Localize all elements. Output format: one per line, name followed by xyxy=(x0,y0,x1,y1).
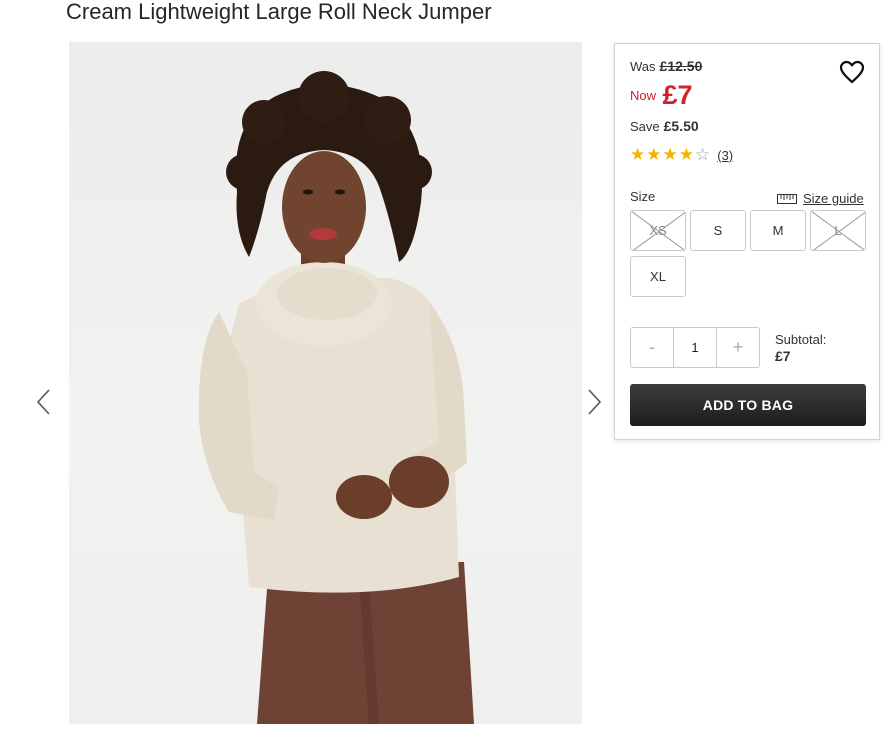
star-rating: ★ ★ ★ ★ ☆ (3) xyxy=(630,146,733,164)
save-value: £5.50 xyxy=(663,118,699,134)
was-label: Was xyxy=(630,59,656,74)
star-empty-icon: ☆ xyxy=(695,145,711,164)
wishlist-button[interactable] xyxy=(838,58,866,86)
now-label: Now xyxy=(630,88,657,103)
size-guide-label: Size guide xyxy=(803,191,864,206)
quantity-value[interactable]: 1 xyxy=(673,328,717,367)
ruler-icon xyxy=(777,193,797,204)
star-icon: ★ xyxy=(646,145,662,164)
purchase-panel: Was £12.50 Now £7 Save £5.50 ★ ★ ★ ★ ☆ (3)… xyxy=(614,43,880,440)
model-photo xyxy=(198,71,474,724)
now-price: Now £7 xyxy=(630,80,693,111)
size-option-label: S xyxy=(713,223,723,238)
chevron-left-icon xyxy=(36,389,50,415)
unavailable-cross-icon xyxy=(811,211,865,250)
star-icon: ★ xyxy=(678,145,694,164)
size-option-label: M xyxy=(772,223,784,238)
was-price: Was £12.50 xyxy=(630,58,702,74)
save-amount: Save £5.50 xyxy=(630,118,699,134)
size-option-xl[interactable]: XL xyxy=(630,256,686,297)
star-icon: ★ xyxy=(662,145,678,164)
product-image xyxy=(69,42,582,724)
chevron-right-icon xyxy=(588,389,602,415)
quantity-stepper: - 1 + xyxy=(630,327,760,368)
save-label: Save xyxy=(630,119,660,134)
size-option-m[interactable]: M xyxy=(750,210,806,251)
size-option-l[interactable]: L xyxy=(810,210,866,251)
star-icon: ★ xyxy=(630,145,646,164)
product-title: Cream Lightweight Large Roll Neck Jumper xyxy=(66,0,492,24)
decrease-quantity-button[interactable]: - xyxy=(631,328,673,367)
subtotal: Subtotal: £7 xyxy=(775,331,826,365)
now-value: £7 xyxy=(662,80,693,110)
increase-quantity-button[interactable]: + xyxy=(717,328,759,367)
size-option-s[interactable]: S xyxy=(690,210,746,251)
subtotal-label: Subtotal: xyxy=(775,332,827,347)
heart-icon xyxy=(839,60,865,84)
previous-image-button[interactable] xyxy=(34,388,54,416)
review-count-link[interactable]: (3) xyxy=(717,148,733,163)
add-to-bag-button[interactable]: ADD TO BAG xyxy=(630,384,866,426)
next-image-button[interactable] xyxy=(584,388,604,416)
size-option-label: XL xyxy=(650,269,666,284)
size-option-xs[interactable]: XS xyxy=(630,210,686,251)
unavailable-cross-icon xyxy=(631,211,685,250)
size-label: Size xyxy=(630,189,656,204)
size-guide-link[interactable]: Size guide xyxy=(777,191,864,206)
subtotal-value: £7 xyxy=(775,348,791,364)
was-value: £12.50 xyxy=(659,58,703,74)
